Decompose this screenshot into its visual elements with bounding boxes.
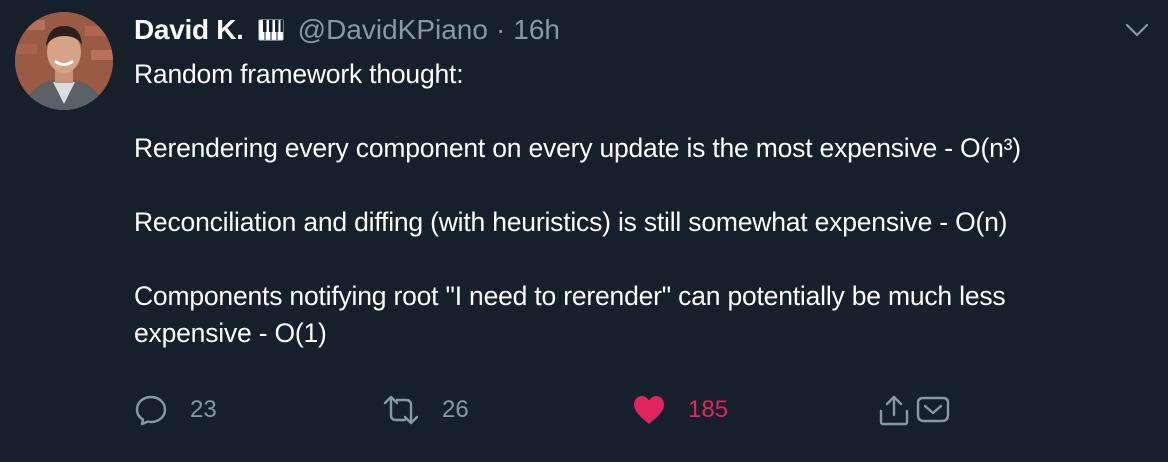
- chevron-down-icon[interactable]: [1124, 20, 1150, 40]
- retweet-icon: [383, 395, 419, 425]
- tweet-header: David K. @DavidKPiano · 16h: [134, 12, 560, 48]
- author-handle[interactable]: @DavidKPiano: [298, 14, 488, 46]
- reply-icon: [135, 395, 167, 426]
- dm-icon[interactable]: [915, 393, 951, 427]
- tweet-text: Random framework thought: Rerendering ev…: [134, 56, 1134, 352]
- piano-keys-icon: [256, 15, 286, 45]
- tweet-line: Random framework thought:: [134, 59, 464, 89]
- tweet-line: Reconciliation and diffing (with heurist…: [134, 207, 1008, 237]
- share-button[interactable]: [877, 390, 951, 430]
- header-separator: ·: [495, 14, 506, 45]
- tweet-line: Rerendering every component on every upd…: [134, 133, 1021, 163]
- author-name[interactable]: David K.: [134, 14, 244, 46]
- reply-button[interactable]: 23: [134, 390, 217, 430]
- share-icon: [879, 395, 909, 426]
- like-button[interactable]: 185: [632, 390, 728, 430]
- tweet-actions: 23 26 185: [134, 390, 1034, 430]
- retweet-button[interactable]: 26: [382, 390, 469, 430]
- reply-count: 23: [190, 396, 217, 423]
- like-count: 185: [688, 396, 729, 423]
- tweet-timestamp[interactable]: 16h: [513, 14, 560, 46]
- tweet[interactable]: David K. @DavidKPiano · 16h Random frame…: [0, 0, 1168, 462]
- retweet-count: 26: [442, 396, 469, 423]
- tweet-line: expensive - O(1): [134, 318, 327, 348]
- avatar[interactable]: [15, 12, 113, 110]
- tweet-line: Components notifying root "I need to rer…: [134, 281, 1006, 311]
- heart-icon: [634, 396, 664, 424]
